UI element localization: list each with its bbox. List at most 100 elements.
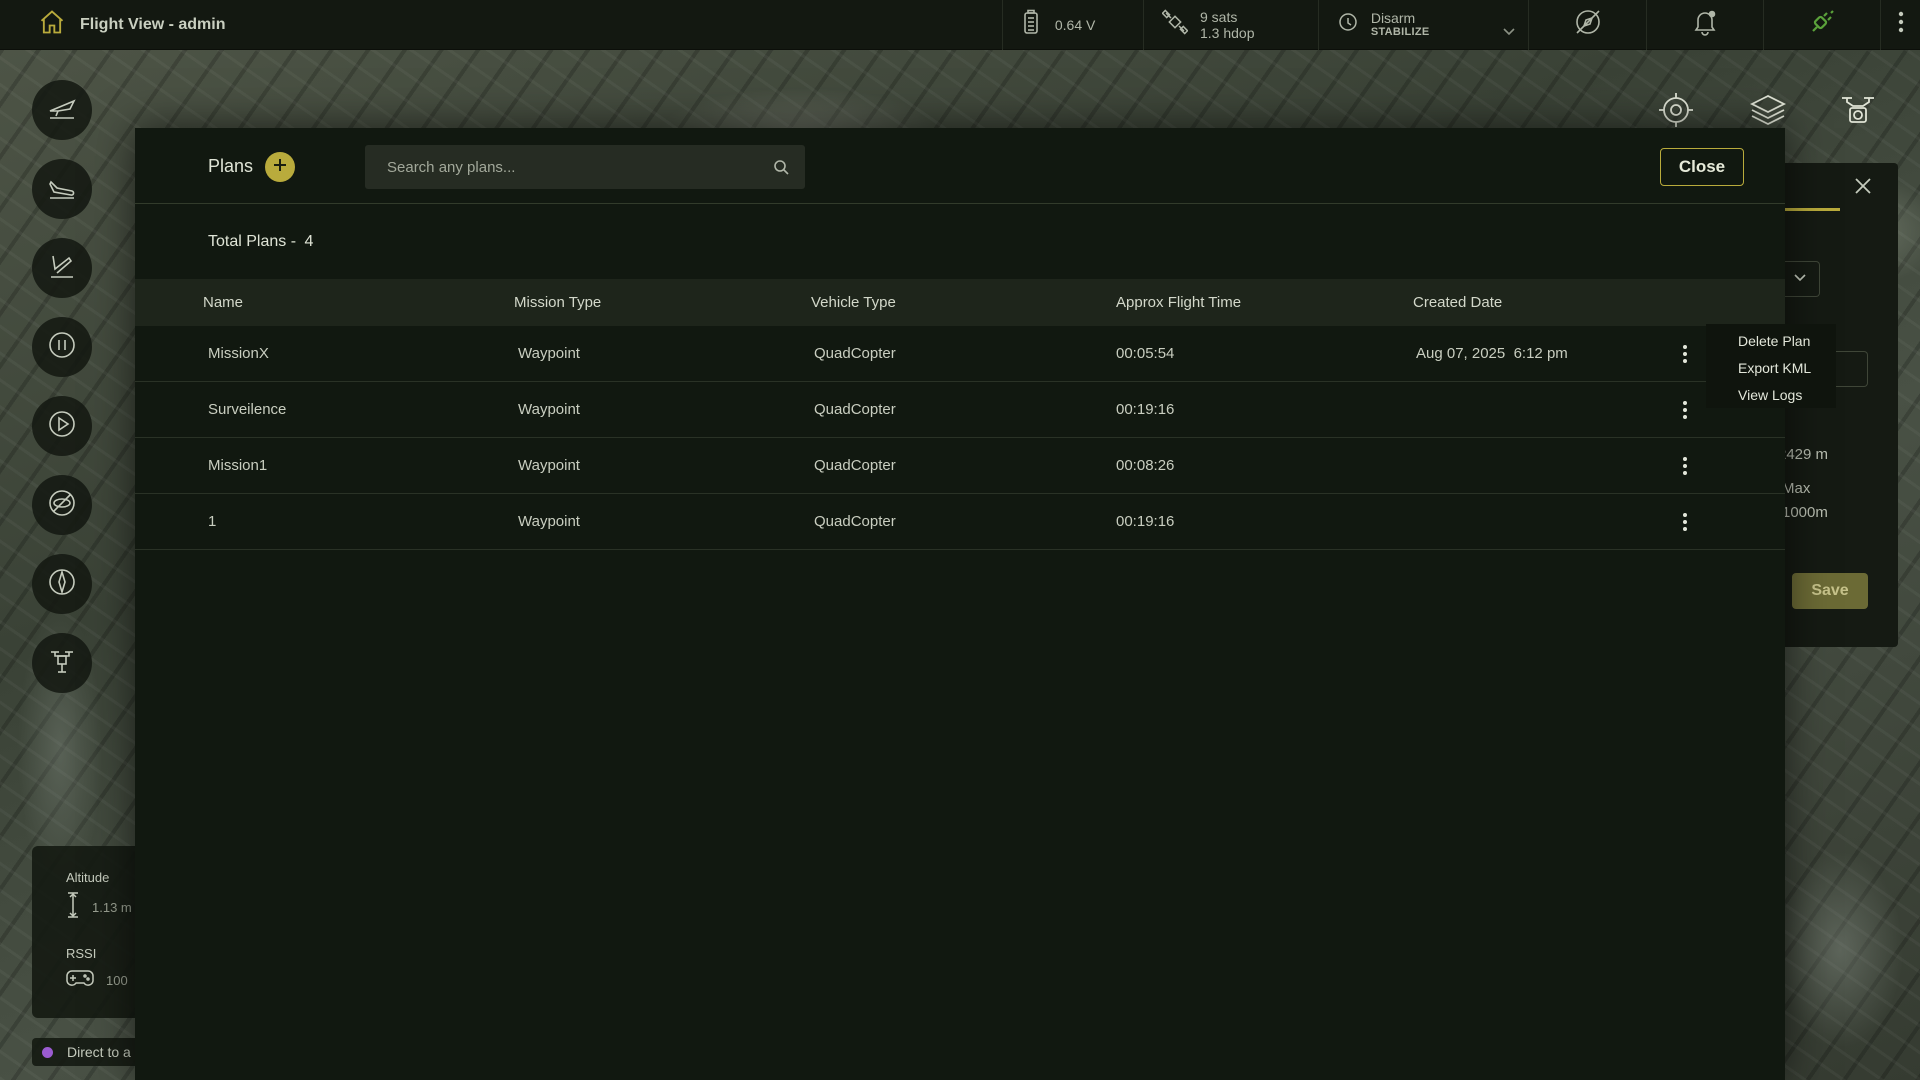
drone-button[interactable] xyxy=(32,633,92,693)
menu-item-export-kml[interactable]: Export KML xyxy=(1738,355,1836,382)
column-header-mission-type[interactable]: Mission Type xyxy=(514,294,601,311)
gps-hdop: 1.3 hdop xyxy=(1199,24,1255,41)
drone-camera-icon xyxy=(1838,90,1878,135)
link-status: Direct to a xyxy=(32,1038,142,1066)
connection-button[interactable] xyxy=(1763,0,1880,50)
title-area: Flight View - admin xyxy=(0,8,1002,41)
flight-time: 00:19:16 xyxy=(1116,513,1175,530)
left-toolbar xyxy=(32,80,92,712)
play-button[interactable] xyxy=(32,396,92,456)
chevron-down-icon xyxy=(1502,24,1516,42)
menu-item-view-logs[interactable]: View Logs xyxy=(1738,382,1836,409)
total-plans-count: 4 xyxy=(304,233,314,250)
kebab-menu-icon xyxy=(1683,345,1687,363)
save-button[interactable]: Save xyxy=(1792,573,1868,609)
table-row[interactable]: 1 Waypoint QuadCopter 00:19:16 xyxy=(135,494,1785,550)
table-row[interactable]: Surveilence Waypoint QuadCopter 00:19:16 xyxy=(135,382,1785,438)
vehicle-type: QuadCopter xyxy=(814,345,896,362)
kebab-menu-icon xyxy=(1683,457,1687,475)
eye-off-icon xyxy=(45,486,79,525)
row-menu-button[interactable] xyxy=(1673,508,1697,536)
compass-status-button[interactable] xyxy=(1528,0,1645,50)
column-header-flight-time[interactable]: Approx Flight Time xyxy=(1116,294,1241,311)
plans-modal: Plans Close Total Plans - 4 Name Mission… xyxy=(135,128,1785,1080)
compass-button[interactable] xyxy=(32,554,92,614)
home-icon[interactable] xyxy=(38,8,66,41)
rssi-label: RSSI xyxy=(66,946,97,961)
top-bar: Flight View - admin 0.64 V 9 sats 1.3 hd… xyxy=(0,0,1920,50)
column-header-name[interactable]: Name xyxy=(203,294,243,311)
plan-name: 1 xyxy=(208,513,217,530)
plans-table-body: MissionX Waypoint QuadCopter 00:05:54 Au… xyxy=(135,326,1785,550)
notifications-button[interactable] xyxy=(1645,0,1763,50)
close-button[interactable]: Close xyxy=(1660,148,1744,186)
kebab-menu-icon xyxy=(1683,401,1687,419)
battery-voltage: 0.64 V xyxy=(1054,16,1096,33)
max-label: Max xyxy=(1782,480,1811,497)
satellite-icon xyxy=(1161,9,1189,40)
max-info: Max 1000m xyxy=(1782,477,1828,525)
plan-mission-button[interactable] xyxy=(32,80,92,140)
play-icon xyxy=(45,407,79,446)
status-dot xyxy=(42,1046,53,1058)
total-plans-label: Total Plans - xyxy=(208,233,297,250)
battery-status: 0.64 V xyxy=(1001,0,1143,50)
distance-value: 2429 m xyxy=(1778,446,1829,463)
pause-icon xyxy=(45,328,79,367)
row-menu-button[interactable] xyxy=(1673,396,1697,424)
panel-close-button[interactable] xyxy=(1848,173,1878,203)
search-icon[interactable] xyxy=(773,159,789,180)
search-input[interactable] xyxy=(365,145,745,189)
more-menu-button[interactable] xyxy=(1880,0,1920,50)
vehicle-type: QuadCopter xyxy=(814,457,896,474)
rssi-value: 100 xyxy=(106,973,128,988)
drone-camera-button[interactable] xyxy=(1834,88,1882,136)
landing-icon xyxy=(45,249,79,288)
disable-button[interactable] xyxy=(32,475,92,535)
mode-selector[interactable]: Disarm STABILIZE xyxy=(1317,0,1529,50)
add-plan-button[interactable] xyxy=(265,152,295,182)
pause-button[interactable] xyxy=(32,317,92,377)
telemetry-panel: Altitude 1.13 m RSSI 100 xyxy=(32,846,142,1018)
close-icon xyxy=(1853,176,1873,201)
land-button[interactable] xyxy=(32,238,92,298)
plus-icon xyxy=(272,157,288,178)
compass-icon xyxy=(45,565,79,604)
max-value: 1000m xyxy=(1782,504,1828,521)
arm-state: Disarm xyxy=(1370,9,1416,26)
kebab-menu-icon xyxy=(1898,11,1904,38)
vehicle-type: QuadCopter xyxy=(814,513,896,530)
plan-name: MissionX xyxy=(208,345,269,362)
altitude-value: 1.13 m xyxy=(92,900,132,915)
takeoff-icon xyxy=(45,170,79,209)
arm-icon xyxy=(1337,11,1359,38)
search-box xyxy=(365,145,805,189)
flight-time: 00:19:16 xyxy=(1116,401,1175,418)
row-menu-button[interactable] xyxy=(1673,452,1697,480)
plug-connected-icon xyxy=(1807,7,1837,42)
mission-type: Waypoint xyxy=(518,345,580,362)
gps-sats: 9 sats xyxy=(1199,8,1238,25)
bell-icon xyxy=(1691,8,1719,41)
tab-indicator xyxy=(1780,208,1840,211)
menu-item-delete-plan[interactable]: Delete Plan xyxy=(1738,328,1836,355)
altitude-label: Altitude xyxy=(66,870,110,885)
plan-name: Mission1 xyxy=(208,457,268,474)
gamepad-icon xyxy=(66,967,94,994)
modal-title: Plans xyxy=(208,156,254,176)
table-row[interactable]: MissionX Waypoint QuadCopter 00:05:54 Au… xyxy=(135,326,1785,382)
flight-mode: STABILIZE xyxy=(1370,25,1430,38)
mission-type: Waypoint xyxy=(518,513,580,530)
flight-time: 00:08:26 xyxy=(1116,457,1175,474)
mission-type: Waypoint xyxy=(518,457,580,474)
table-row[interactable]: Mission1 Waypoint QuadCopter 00:08:26 xyxy=(135,438,1785,494)
column-header-created-date[interactable]: Created Date xyxy=(1413,294,1502,311)
battery-icon xyxy=(1021,9,1041,40)
chevron-down-icon xyxy=(1794,274,1806,282)
drone-icon xyxy=(45,644,79,683)
row-menu-button[interactable] xyxy=(1673,340,1697,368)
takeoff-button[interactable] xyxy=(32,159,92,219)
flight-time: 00:05:54 xyxy=(1116,345,1175,362)
column-header-vehicle-type[interactable]: Vehicle Type xyxy=(811,294,896,311)
modal-header: Plans Close xyxy=(135,128,1785,204)
